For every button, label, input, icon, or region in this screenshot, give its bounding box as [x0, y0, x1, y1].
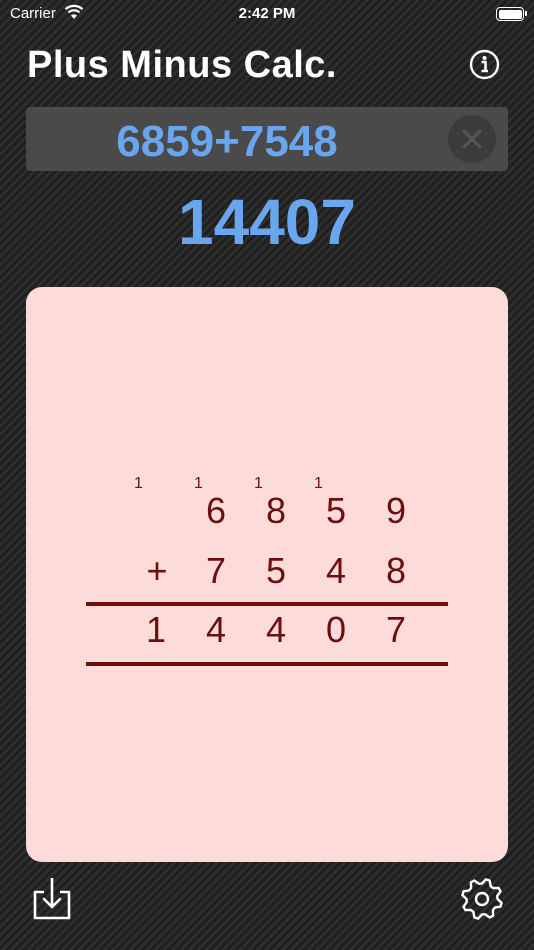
status-bar: Carrier 2:42 PM	[0, 0, 534, 30]
carry-digit: 1	[194, 475, 203, 492]
gear-icon	[461, 878, 503, 920]
operand2-digit: 4	[325, 550, 347, 591]
result-value: 14407	[178, 186, 356, 258]
carry-digit: 1	[314, 475, 323, 492]
carry-digit: 1	[254, 475, 263, 492]
answer-digit: 1	[145, 609, 167, 650]
operand2-digit: 7	[205, 550, 227, 591]
clock: 2:42 PM	[238, 5, 296, 22]
answer-digit: 4	[205, 609, 227, 650]
battery-icon	[496, 7, 527, 21]
operator-sign: +	[146, 550, 168, 591]
operand2-digit: 8	[385, 550, 407, 591]
expression-text: 6859+7548	[116, 117, 338, 166]
answer-digit: 7	[385, 609, 407, 650]
info-button[interactable]	[469, 49, 500, 80]
operand1-digit: 6	[205, 490, 227, 531]
expression-field[interactable]: 6859+7548	[26, 107, 508, 171]
close-icon	[462, 129, 482, 149]
app-title: Plus Minus Calc.	[27, 44, 337, 86]
export-icon	[33, 878, 71, 920]
calculation-worksheet: 1 1 1 1 6 8 5 9 + 7 5 4 8 1 4 4 0 7	[26, 287, 508, 862]
operand1-digit: 8	[265, 490, 287, 531]
answer-digit: 0	[325, 609, 347, 650]
carry-digit: 1	[134, 475, 143, 492]
answer-digit: 4	[265, 609, 287, 650]
settings-button[interactable]	[459, 876, 505, 922]
operand1-digit: 9	[385, 490, 407, 531]
info-icon	[469, 49, 500, 80]
export-button[interactable]	[31, 876, 73, 922]
operand1-digit: 5	[325, 490, 347, 531]
clear-button[interactable]	[448, 115, 496, 163]
answer-underline	[86, 662, 448, 666]
operand2-digit: 5	[265, 550, 287, 591]
sum-line	[86, 602, 448, 606]
